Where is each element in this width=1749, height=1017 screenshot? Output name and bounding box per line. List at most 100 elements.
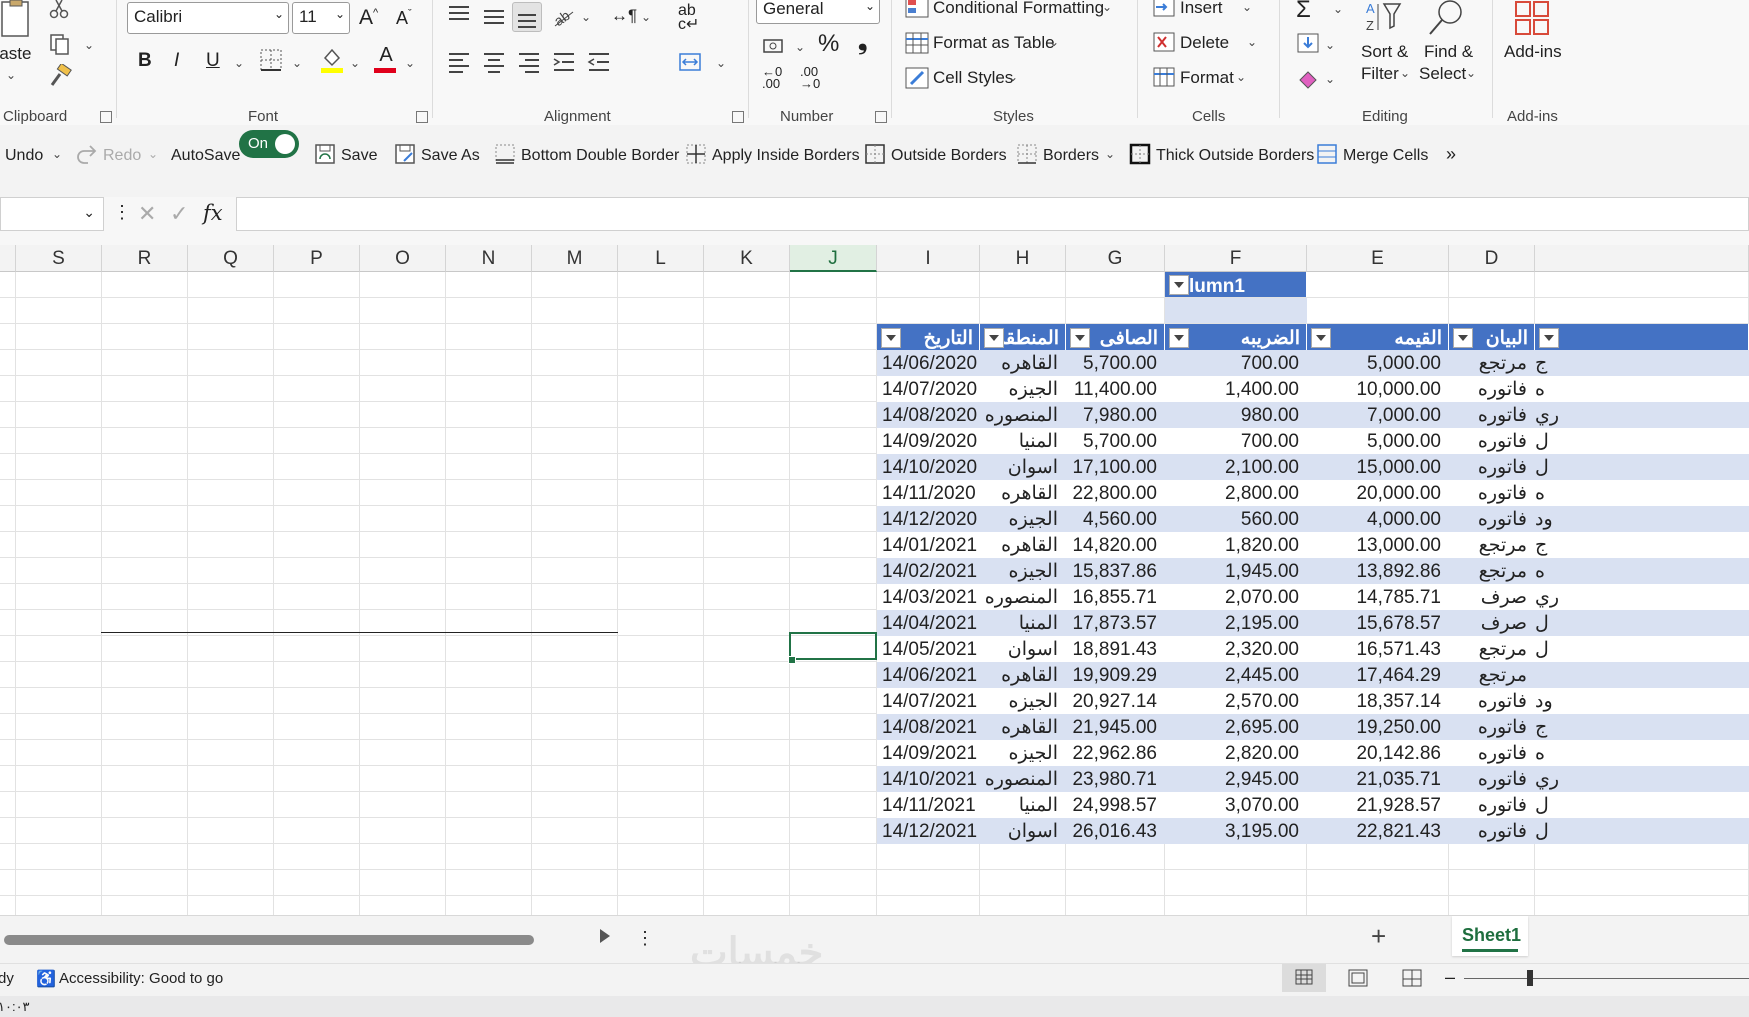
table-cell-value[interactable]: 13,000.00 xyxy=(1307,531,1449,560)
table-cell-value[interactable]: 13,892.86 xyxy=(1307,557,1449,586)
filter-dropdown-icon[interactable] xyxy=(1169,328,1189,348)
add-sheet-button[interactable]: + xyxy=(1371,921,1386,952)
table-cell-net[interactable]: 23,980.71 xyxy=(1066,765,1165,794)
column-header-g[interactable]: G xyxy=(1066,245,1165,272)
fill-color-dropdown-icon[interactable]: ⌄ xyxy=(350,56,360,70)
table-cell-date[interactable]: 14/06/2021 xyxy=(877,661,980,690)
underline-button[interactable]: U xyxy=(206,50,220,72)
cancel-entry-icon[interactable]: ✕ xyxy=(138,201,156,227)
number-launcher-icon[interactable] xyxy=(875,111,887,123)
table-cell-statement[interactable]: مرتجع xyxy=(1449,531,1535,560)
text-direction-icon[interactable]: ↔¶ xyxy=(611,6,637,26)
format-cells-icon[interactable] xyxy=(1152,66,1176,90)
filter-dropdown-icon[interactable] xyxy=(881,328,901,348)
table-cell-tax[interactable]: 700.00 xyxy=(1165,427,1307,456)
table-cell-statement[interactable]: فاتوره xyxy=(1449,791,1535,820)
table-cell-value[interactable]: 17,464.29 xyxy=(1307,661,1449,690)
table-cell-region[interactable]: المنصوره xyxy=(980,583,1066,612)
table-cell-net[interactable]: 17,100.00 xyxy=(1066,453,1165,482)
table-cell-value[interactable]: 7,000.00 xyxy=(1307,401,1449,430)
borders-button[interactable]: Borders xyxy=(1043,147,1099,165)
table-cell-statement[interactable]: فاتوره xyxy=(1449,453,1535,482)
table-cell-value[interactable]: 10,000.00 xyxy=(1307,375,1449,404)
column-header-m[interactable]: M xyxy=(532,245,618,272)
table-cell-net[interactable]: 22,962.86 xyxy=(1066,739,1165,768)
table-cell-date[interactable]: 14/08/2021 xyxy=(877,713,980,742)
column-header-h[interactable]: H xyxy=(980,245,1066,272)
table-cell-cut[interactable]: ود xyxy=(1535,687,1749,716)
align-bottom-icon[interactable] xyxy=(512,2,542,32)
name-box[interactable]: ⌄ xyxy=(0,197,104,231)
increase-indent-icon[interactable] xyxy=(552,50,576,74)
table-cell-value[interactable]: 19,250.00 xyxy=(1307,713,1449,742)
format-painter-icon[interactable] xyxy=(48,62,72,88)
table-cell-value[interactable]: 21,928.57 xyxy=(1307,791,1449,820)
cell-styles-icon[interactable] xyxy=(905,66,929,90)
table-cell-date[interactable]: 14/09/2021 xyxy=(877,739,980,768)
text-direction-dropdown-icon[interactable]: ⌄ xyxy=(641,10,651,24)
table-cell-net[interactable]: 11,400.00 xyxy=(1066,375,1165,404)
save-icon[interactable] xyxy=(314,143,336,165)
sheet-tab-sheet1[interactable]: Sheet1 xyxy=(1452,916,1528,956)
bold-button[interactable]: B xyxy=(138,50,152,72)
accounting-dropdown-icon[interactable]: ⌄ xyxy=(795,40,805,54)
undo-button[interactable]: Undo xyxy=(5,147,43,165)
borders-dropdown-icon[interactable]: ⌄ xyxy=(1105,147,1115,161)
more-commands-button[interactable]: » xyxy=(1446,144,1456,165)
find-select-icon[interactable] xyxy=(1426,0,1466,36)
format-button[interactable]: Format xyxy=(1180,68,1234,88)
table-cell-cut[interactable] xyxy=(1535,661,1749,690)
table-cell-date[interactable]: 14/06/2020 xyxy=(877,349,980,378)
thick-outside-borders-button[interactable]: Thick Outside Borders xyxy=(1156,147,1314,165)
fill-color-icon[interactable] xyxy=(320,46,344,73)
column-header-f[interactable]: F xyxy=(1165,245,1307,272)
italic-button[interactable]: I xyxy=(174,50,179,72)
table-cell-region[interactable]: الجيزه xyxy=(980,375,1066,404)
table-cell-net[interactable]: 19,909.29 xyxy=(1066,661,1165,690)
align-top-icon[interactable] xyxy=(447,4,471,28)
table-cell-statement[interactable]: فاتوره xyxy=(1449,687,1535,716)
fill-handle[interactable] xyxy=(788,656,796,664)
clear-icon[interactable] xyxy=(1296,66,1320,90)
table-cell-value[interactable]: 22,821.43 xyxy=(1307,817,1449,846)
redo-button[interactable]: Redo xyxy=(103,147,141,165)
font-launcher-icon[interactable] xyxy=(416,111,428,123)
table-cell-net[interactable]: 21,945.00 xyxy=(1066,713,1165,742)
accessibility-status[interactable]: Accessibility: Good to go xyxy=(59,970,223,987)
alignment-launcher-icon[interactable] xyxy=(732,111,744,123)
table-cell-date[interactable]: 14/04/2021 xyxy=(877,609,980,638)
align-middle-icon[interactable] xyxy=(482,4,506,28)
accessibility-icon[interactable]: ♿ xyxy=(36,969,56,989)
page-layout-view-icon[interactable] xyxy=(1348,969,1368,992)
confirm-entry-icon[interactable]: ✓ xyxy=(170,201,188,227)
table-cell-net[interactable]: 17,873.57 xyxy=(1066,609,1165,638)
table-cell-statement[interactable]: فاتوره xyxy=(1449,739,1535,768)
table-cell-statement[interactable]: فاتوره xyxy=(1449,427,1535,456)
table-cell-net[interactable]: 24,998.57 xyxy=(1066,791,1165,820)
table-cell-region[interactable]: القاهره xyxy=(980,661,1066,690)
insert-button[interactable]: Insert xyxy=(1180,0,1223,18)
number-format-select[interactable]: General ⌄ xyxy=(756,0,880,24)
table-cell-net[interactable]: 4,560.00 xyxy=(1066,505,1165,534)
table-cell-date[interactable]: 14/09/2020 xyxy=(877,427,980,456)
table-cell-statement[interactable]: فاتوره xyxy=(1449,817,1535,846)
save-as-button[interactable]: Save As xyxy=(421,147,480,165)
save-button[interactable]: Save xyxy=(341,147,377,165)
underline-dropdown-icon[interactable]: ⌄ xyxy=(234,56,244,70)
table-cell-value[interactable]: 4,000.00 xyxy=(1307,505,1449,534)
merge-cells-icon[interactable] xyxy=(1316,143,1338,165)
table-cell-date[interactable]: 14/02/2021 xyxy=(877,557,980,586)
filter-dropdown-icon[interactable] xyxy=(984,328,1004,348)
table-cell-region[interactable]: اسوان xyxy=(980,635,1066,664)
orientation-dropdown-icon[interactable]: ⌄ xyxy=(581,10,591,24)
table-cell-net[interactable]: 5,700.00 xyxy=(1066,349,1165,378)
select-all-corner[interactable] xyxy=(0,245,16,272)
clear-dropdown-icon[interactable]: ⌄ xyxy=(1325,72,1335,86)
table-cell-tax[interactable]: 2,570.00 xyxy=(1165,687,1307,716)
table-cell-tax[interactable]: 1,400.00 xyxy=(1165,375,1307,404)
add-ins-icon[interactable] xyxy=(1514,0,1550,36)
column-header-i[interactable]: I xyxy=(877,245,980,272)
table-cell-cut[interactable]: ل xyxy=(1535,817,1749,846)
table-cell-region[interactable]: المنيا xyxy=(980,427,1066,456)
add-ins-button[interactable]: Add-ins xyxy=(1504,42,1562,62)
